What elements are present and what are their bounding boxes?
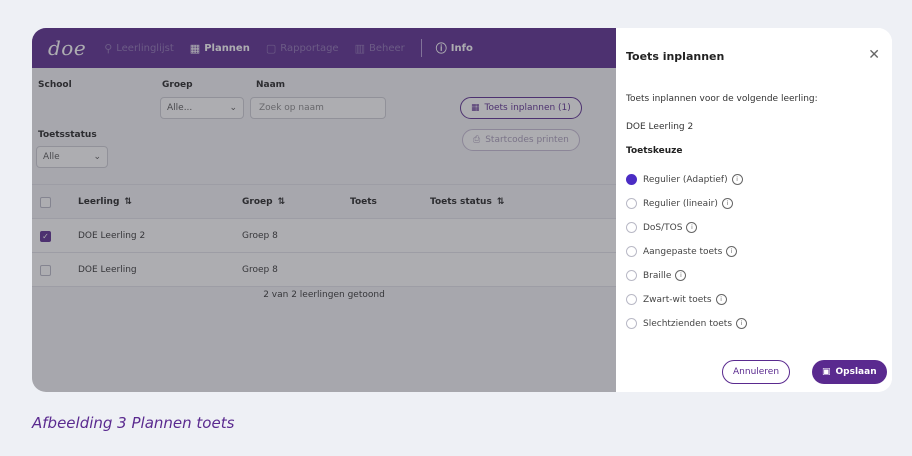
panel-intro: Toets inplannen voor de volgende leerlin… bbox=[626, 94, 818, 104]
radio[interactable] bbox=[626, 294, 637, 305]
radio-option[interactable]: Zwart-wit toets i bbox=[626, 294, 727, 305]
radio[interactable] bbox=[626, 246, 637, 257]
radio-selected[interactable] bbox=[626, 174, 637, 185]
radio[interactable] bbox=[626, 198, 637, 209]
radio[interactable] bbox=[626, 270, 637, 281]
info-icon[interactable]: i bbox=[726, 246, 738, 257]
panel-section-title: Toetskeuze bbox=[626, 146, 683, 156]
info-icon[interactable]: i bbox=[686, 222, 698, 233]
app-background: doe ⚲ Leerlinglijst ▦ Plannen ▢ Rapportage … bbox=[32, 28, 616, 392]
panel-title: Toets inplannen bbox=[626, 50, 725, 63]
figure-caption: Afbeelding 3 Plannen toets bbox=[32, 414, 235, 432]
save-icon: ▣ bbox=[822, 367, 831, 377]
radio-option[interactable]: Slechtzienden toets i bbox=[626, 318, 748, 329]
cancel-button[interactable]: Annuleren bbox=[722, 360, 791, 384]
close-icon[interactable]: ✕ bbox=[868, 47, 880, 63]
info-icon[interactable]: i bbox=[721, 198, 733, 209]
radio-option[interactable]: Braille i bbox=[626, 270, 687, 281]
info-icon[interactable]: i bbox=[736, 318, 748, 329]
radio[interactable] bbox=[626, 222, 637, 233]
radio-option[interactable]: DoS/TOS i bbox=[626, 222, 698, 233]
save-button[interactable]: ▣ Opslaan bbox=[812, 360, 887, 384]
info-icon[interactable]: i bbox=[715, 294, 727, 305]
radio[interactable] bbox=[626, 318, 637, 329]
info-icon[interactable]: i bbox=[731, 174, 743, 185]
radio-option[interactable]: Aangepaste toets i bbox=[626, 246, 738, 257]
panel-student: DOE Leerling 2 bbox=[626, 122, 694, 132]
screenshot-frame: doe ⚲ Leerlinglijst ▦ Plannen ▢ Rapportage … bbox=[32, 28, 892, 392]
radio-option[interactable]: Regulier (Adaptief) i bbox=[626, 174, 743, 185]
info-icon[interactable]: i bbox=[675, 270, 687, 281]
side-panel: Toets inplannen ✕ Toets inplannen voor d… bbox=[616, 28, 892, 392]
modal-overlay bbox=[32, 28, 616, 392]
radio-option[interactable]: Regulier (lineair) i bbox=[626, 198, 733, 209]
